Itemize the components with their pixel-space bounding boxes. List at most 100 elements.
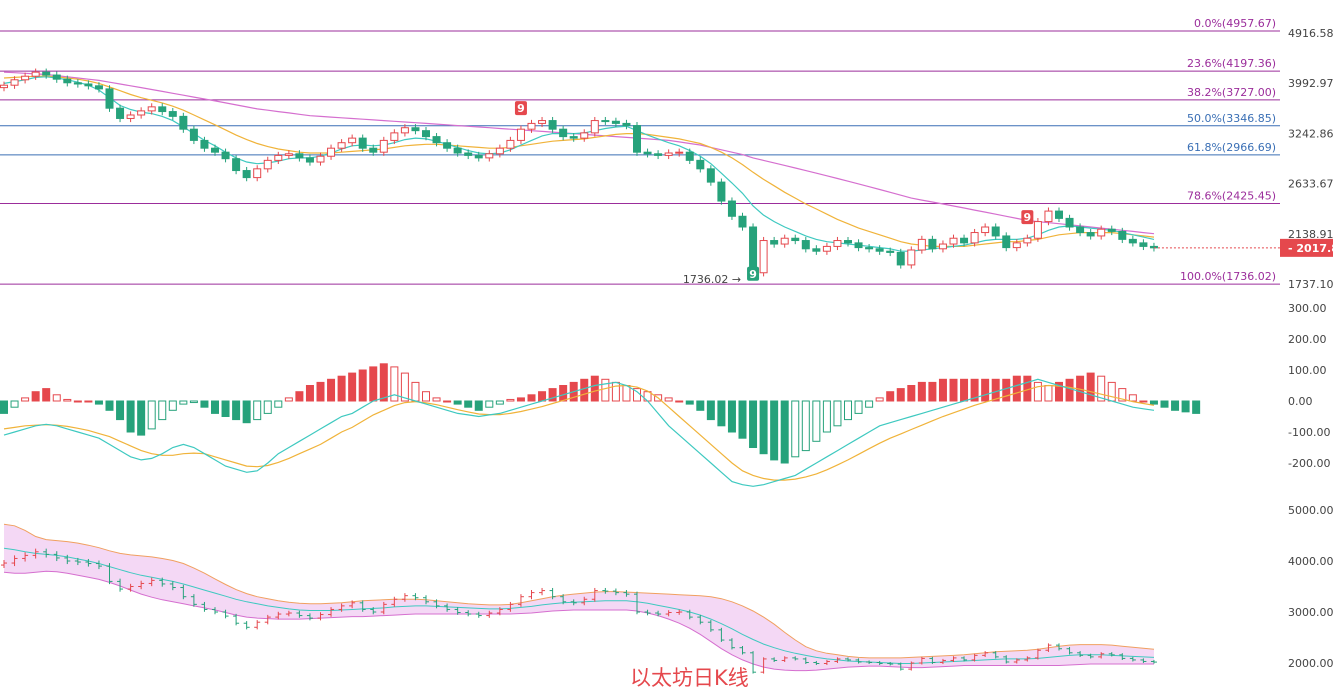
candle-body-10[interactable] bbox=[105, 88, 114, 109]
candle-body-43[interactable] bbox=[453, 147, 462, 154]
candle-body-47[interactable] bbox=[495, 147, 504, 155]
candle-body-55[interactable] bbox=[580, 132, 589, 139]
candle-body-95[interactable] bbox=[1002, 235, 1011, 249]
candle-body-8[interactable] bbox=[84, 83, 93, 87]
candle-body-1[interactable] bbox=[10, 79, 19, 86]
candle-body-2[interactable] bbox=[21, 75, 30, 81]
candle-body-84[interactable] bbox=[886, 250, 895, 253]
candle-body-66[interactable] bbox=[696, 159, 705, 170]
candle-body-11[interactable] bbox=[116, 107, 125, 119]
candle-body-57[interactable] bbox=[601, 120, 610, 123]
candle-body-76[interactable] bbox=[801, 240, 810, 250]
candle-body-80[interactable] bbox=[844, 240, 852, 244]
candle-body-62[interactable] bbox=[654, 153, 663, 156]
candle-body-90[interactable] bbox=[949, 237, 958, 245]
candle-body-30[interactable] bbox=[316, 155, 325, 163]
candle-body-103[interactable] bbox=[1086, 232, 1095, 237]
candle-body-79[interactable] bbox=[833, 240, 842, 247]
candle-body-69[interactable] bbox=[727, 200, 736, 217]
candle-body-5[interactable] bbox=[52, 74, 61, 80]
candle-body-4[interactable] bbox=[42, 71, 51, 76]
candle-body-13[interactable] bbox=[137, 110, 146, 116]
candle-body-88[interactable] bbox=[928, 238, 937, 250]
candle-body-22[interactable] bbox=[232, 158, 241, 172]
candle-body-87[interactable] bbox=[917, 238, 926, 251]
candle-body-65[interactable] bbox=[685, 151, 694, 161]
candle-body-72[interactable] bbox=[759, 240, 768, 274]
candle-body-24[interactable] bbox=[253, 168, 262, 179]
candle-body-77[interactable] bbox=[812, 248, 821, 252]
candle-body-40[interactable] bbox=[422, 130, 430, 138]
candle-body-85[interactable] bbox=[896, 251, 905, 266]
candle-body-37[interactable] bbox=[390, 132, 399, 141]
candle-body-34[interactable] bbox=[358, 137, 367, 149]
candle-body-26[interactable] bbox=[274, 154, 283, 161]
candle-body-19[interactable] bbox=[200, 139, 209, 149]
candle-body-93[interactable] bbox=[981, 226, 990, 234]
candle-body-44[interactable] bbox=[464, 152, 473, 156]
candle-body-92[interactable] bbox=[970, 232, 979, 244]
candle-body-18[interactable] bbox=[189, 128, 198, 141]
candle-body-83[interactable] bbox=[875, 248, 884, 252]
candle-body-38[interactable] bbox=[400, 127, 409, 134]
candle-body-67[interactable] bbox=[706, 168, 715, 183]
candle-body-75[interactable] bbox=[791, 237, 800, 242]
candle-body-6[interactable] bbox=[63, 78, 72, 84]
candle-body-86[interactable] bbox=[907, 249, 916, 266]
candle-body-46[interactable] bbox=[485, 153, 494, 159]
candle-body-29[interactable] bbox=[305, 157, 314, 163]
candle-body-82[interactable] bbox=[865, 247, 874, 250]
candle-body-20[interactable] bbox=[211, 147, 219, 153]
candle-body-99[interactable] bbox=[1044, 210, 1053, 223]
candle-body-39[interactable] bbox=[411, 127, 420, 132]
candle-body-73[interactable] bbox=[770, 240, 779, 245]
candle-body-105[interactable] bbox=[1107, 228, 1116, 232]
candle-body-41[interactable] bbox=[432, 136, 441, 144]
candle-body-25[interactable] bbox=[263, 159, 272, 170]
candle-body-9[interactable] bbox=[94, 85, 103, 90]
candle-body-35[interactable] bbox=[369, 147, 378, 153]
candle-body-3[interactable] bbox=[31, 71, 40, 77]
candle-body-51[interactable] bbox=[538, 120, 547, 124]
candle-body-42[interactable] bbox=[443, 142, 452, 149]
chart-canvas[interactable]: 0.0%(4957.67) 23.6%(4197.36) 38.2%(3727.00… bbox=[0, 0, 1333, 695]
candle-body-102[interactable] bbox=[1076, 226, 1085, 234]
candle-body-49[interactable] bbox=[516, 128, 525, 141]
candle-body-60[interactable] bbox=[633, 125, 641, 153]
candle-body-7[interactable] bbox=[73, 82, 82, 85]
candle-body-71[interactable] bbox=[749, 226, 758, 274]
candle-body-91[interactable] bbox=[960, 237, 969, 244]
candle-body-74[interactable] bbox=[780, 237, 789, 245]
candle-body-97[interactable] bbox=[1023, 237, 1032, 244]
candle-body-58[interactable] bbox=[611, 120, 620, 124]
candle-body-21[interactable] bbox=[221, 151, 230, 160]
candle-body-98[interactable] bbox=[1033, 221, 1042, 239]
candle-body-104[interactable] bbox=[1097, 228, 1106, 237]
candle-body-23[interactable] bbox=[242, 170, 251, 179]
candle-body-15[interactable] bbox=[158, 106, 167, 113]
candle-body-27[interactable] bbox=[284, 153, 293, 156]
candle-body-81[interactable] bbox=[854, 242, 863, 249]
candle-body-70[interactable] bbox=[738, 215, 747, 228]
candle-body-89[interactable] bbox=[938, 243, 947, 250]
candle-body-36[interactable] bbox=[379, 139, 388, 153]
candle-body-68[interactable] bbox=[717, 181, 726, 202]
candle-body-28[interactable] bbox=[295, 153, 304, 159]
candle-body-48[interactable] bbox=[506, 139, 515, 149]
candle-body-64[interactable] bbox=[675, 151, 684, 154]
candle-body-100[interactable] bbox=[1055, 210, 1063, 219]
candle-body-63[interactable] bbox=[664, 152, 673, 156]
candle-body-14[interactable] bbox=[147, 106, 156, 112]
candle-body-33[interactable] bbox=[348, 137, 357, 144]
candle-body-45[interactable] bbox=[474, 154, 483, 159]
candle-body-31[interactable] bbox=[327, 147, 336, 157]
candle-body-56[interactable] bbox=[590, 120, 599, 134]
candle-body-106[interactable] bbox=[1118, 230, 1127, 240]
candle-body-52[interactable] bbox=[548, 120, 557, 130]
candle-body-96[interactable] bbox=[1012, 242, 1021, 249]
candle-body-78[interactable] bbox=[822, 245, 831, 252]
candle-body-32[interactable] bbox=[337, 142, 346, 149]
candle-body-59[interactable] bbox=[622, 122, 631, 127]
candle-body-0[interactable] bbox=[0, 84, 8, 89]
candle-body-50[interactable] bbox=[527, 122, 536, 130]
